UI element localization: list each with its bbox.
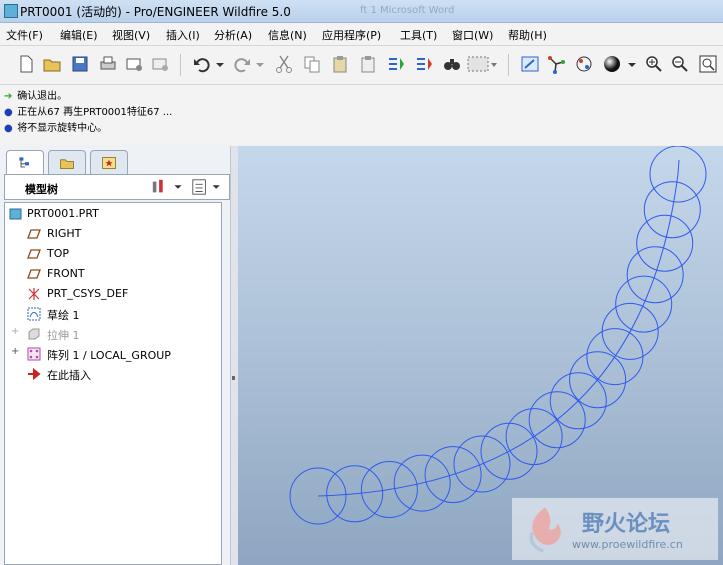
tree-item-insert-here[interactable]: 在此插入	[5, 365, 221, 383]
save-icon[interactable]	[70, 54, 90, 74]
menu-view[interactable]: 视图(V)	[112, 27, 150, 43]
send-link-icon[interactable]	[150, 54, 170, 74]
folder-icon	[60, 159, 74, 169]
bullet-icon: ●	[4, 123, 13, 134]
model-tree-icon	[19, 157, 29, 168]
toolbar-separator	[508, 54, 509, 76]
datum-plane-icon	[27, 269, 41, 279]
menu-info[interactable]: 信息(N)	[268, 27, 307, 43]
menu-bar: 文件(F) 编辑(E) 视图(V) 插入(I) 分析(A) 信息(N) 应用程序…	[0, 23, 723, 46]
extrude-icon	[28, 328, 40, 340]
sketch-icon	[27, 307, 41, 321]
tab-favorites[interactable]	[90, 150, 128, 174]
cut-icon[interactable]	[274, 54, 294, 74]
part-icon	[9, 208, 22, 220]
splitter-grip[interactable]	[232, 376, 235, 380]
select-box-icon[interactable]	[466, 54, 498, 74]
insert-arrow-icon	[28, 367, 41, 381]
watermark-title: 野火论坛	[582, 512, 671, 537]
open-folder-icon[interactable]	[42, 54, 62, 74]
watermark-url: www.proewildfire.cn	[572, 538, 683, 551]
title-bar: PRT0001 (活动的) - Pro/ENGINEER Wildfire 5.…	[0, 0, 723, 23]
menu-window[interactable]: 窗口(W)	[452, 27, 493, 43]
orient-mode-icon[interactable]	[574, 54, 594, 74]
menu-file[interactable]: 文件(F)	[6, 27, 43, 43]
zoom-in-icon[interactable]	[644, 54, 664, 74]
message-line: ● 正在从67 再生PRT0001特征67 ...	[4, 107, 173, 118]
paste-icon[interactable]	[330, 54, 350, 74]
navigator-panel: 模型树 PRT0001.PRT RIGHT TOP FRONT PRT_CSYS…	[0, 146, 238, 565]
menu-insert[interactable]: 插入(I)	[166, 27, 200, 43]
toolbar	[0, 46, 723, 85]
menu-help[interactable]: 帮助(H)	[508, 27, 547, 43]
shading-dropdown-icon[interactable]	[626, 54, 638, 74]
redo-icon[interactable]	[232, 54, 252, 74]
coordinate-system-icon	[28, 288, 40, 300]
zoom-out-icon[interactable]	[670, 54, 690, 74]
model-tree-header: 模型树	[4, 174, 230, 200]
toolbar-separator	[180, 54, 181, 76]
regenerate-icon[interactable]	[386, 54, 406, 74]
bullet-icon: ●	[4, 107, 13, 118]
repaint-icon[interactable]	[520, 54, 540, 74]
expand-plus-icon[interactable]: +	[11, 326, 19, 337]
shading-sphere-icon[interactable]	[602, 54, 622, 74]
regen-manager-icon[interactable]	[414, 54, 434, 74]
trajectory-end	[677, 159, 680, 175]
refit-icon[interactable]	[698, 54, 718, 74]
menu-applications[interactable]: 应用程序(P)	[322, 27, 381, 43]
undo-icon[interactable]	[192, 54, 212, 74]
tab-model-tree[interactable]	[6, 150, 44, 174]
flame-logo-icon	[529, 507, 561, 553]
tree-item-sketch[interactable]: 草绘 1	[5, 305, 221, 323]
datum-plane-icon	[27, 249, 41, 259]
favorites-star-icon	[102, 157, 116, 169]
settings-tools-icon[interactable]	[151, 178, 187, 196]
menu-analysis[interactable]: 分析(A)	[214, 27, 252, 43]
tree-item-csys[interactable]: PRT_CSYS_DEF	[5, 285, 221, 303]
send-mail-icon[interactable]	[124, 54, 144, 74]
watermark-logo: 野火论坛 www.proewildfire.cn	[512, 498, 718, 560]
sweep-trajectory	[317, 173, 679, 497]
show-list-icon[interactable]	[191, 178, 227, 196]
datum-plane-icon	[27, 229, 41, 239]
undo-dropdown-icon[interactable]	[214, 54, 226, 74]
tree-item-front-plane[interactable]: FRONT	[5, 265, 221, 283]
pattern-icon	[27, 347, 41, 361]
message-area: ➔ 确认退出。 ● 正在从67 再生PRT0001特征67 ... ● 将不显示…	[0, 85, 723, 145]
arrow-right-icon: ➔	[4, 91, 13, 102]
new-file-icon[interactable]	[16, 54, 36, 74]
model-tree-title: 模型树	[25, 183, 58, 196]
app-icon	[4, 4, 18, 18]
tree-item-part[interactable]: PRT0001.PRT	[5, 205, 221, 223]
copy-icon[interactable]	[302, 54, 322, 74]
tab-folder-browser[interactable]	[48, 150, 86, 174]
spin-center-icon[interactable]	[546, 54, 566, 74]
window-title: PRT0001 (活动的) - Pro/ENGINEER Wildfire 5.…	[20, 5, 291, 19]
find-binoculars-icon[interactable]	[442, 54, 462, 74]
background-window-title: ft 1 Microsoft Word	[360, 5, 455, 16]
expand-plus-icon[interactable]: +	[11, 346, 19, 357]
model-tree: PRT0001.PRT RIGHT TOP FRONT PRT_CSYS_DEF…	[4, 202, 222, 565]
redo-dropdown-icon[interactable]	[254, 54, 266, 74]
message-line: ➔ 确认退出。	[4, 91, 68, 102]
print-icon[interactable]	[98, 54, 118, 74]
paste-special-icon[interactable]	[358, 54, 378, 74]
tree-item-pattern[interactable]: + 阵列 1 / LOCAL_GROUP	[5, 345, 221, 363]
tree-item-right-plane[interactable]: RIGHT	[5, 225, 221, 243]
tree-item-top-plane[interactable]: TOP	[5, 245, 221, 263]
menu-tools[interactable]: 工具(T)	[400, 27, 437, 43]
tree-item-extrude[interactable]: + 拉伸 1	[5, 325, 221, 343]
message-line: ● 将不显示旋转中心。	[4, 123, 108, 134]
menu-edit[interactable]: 编辑(E)	[60, 27, 98, 43]
